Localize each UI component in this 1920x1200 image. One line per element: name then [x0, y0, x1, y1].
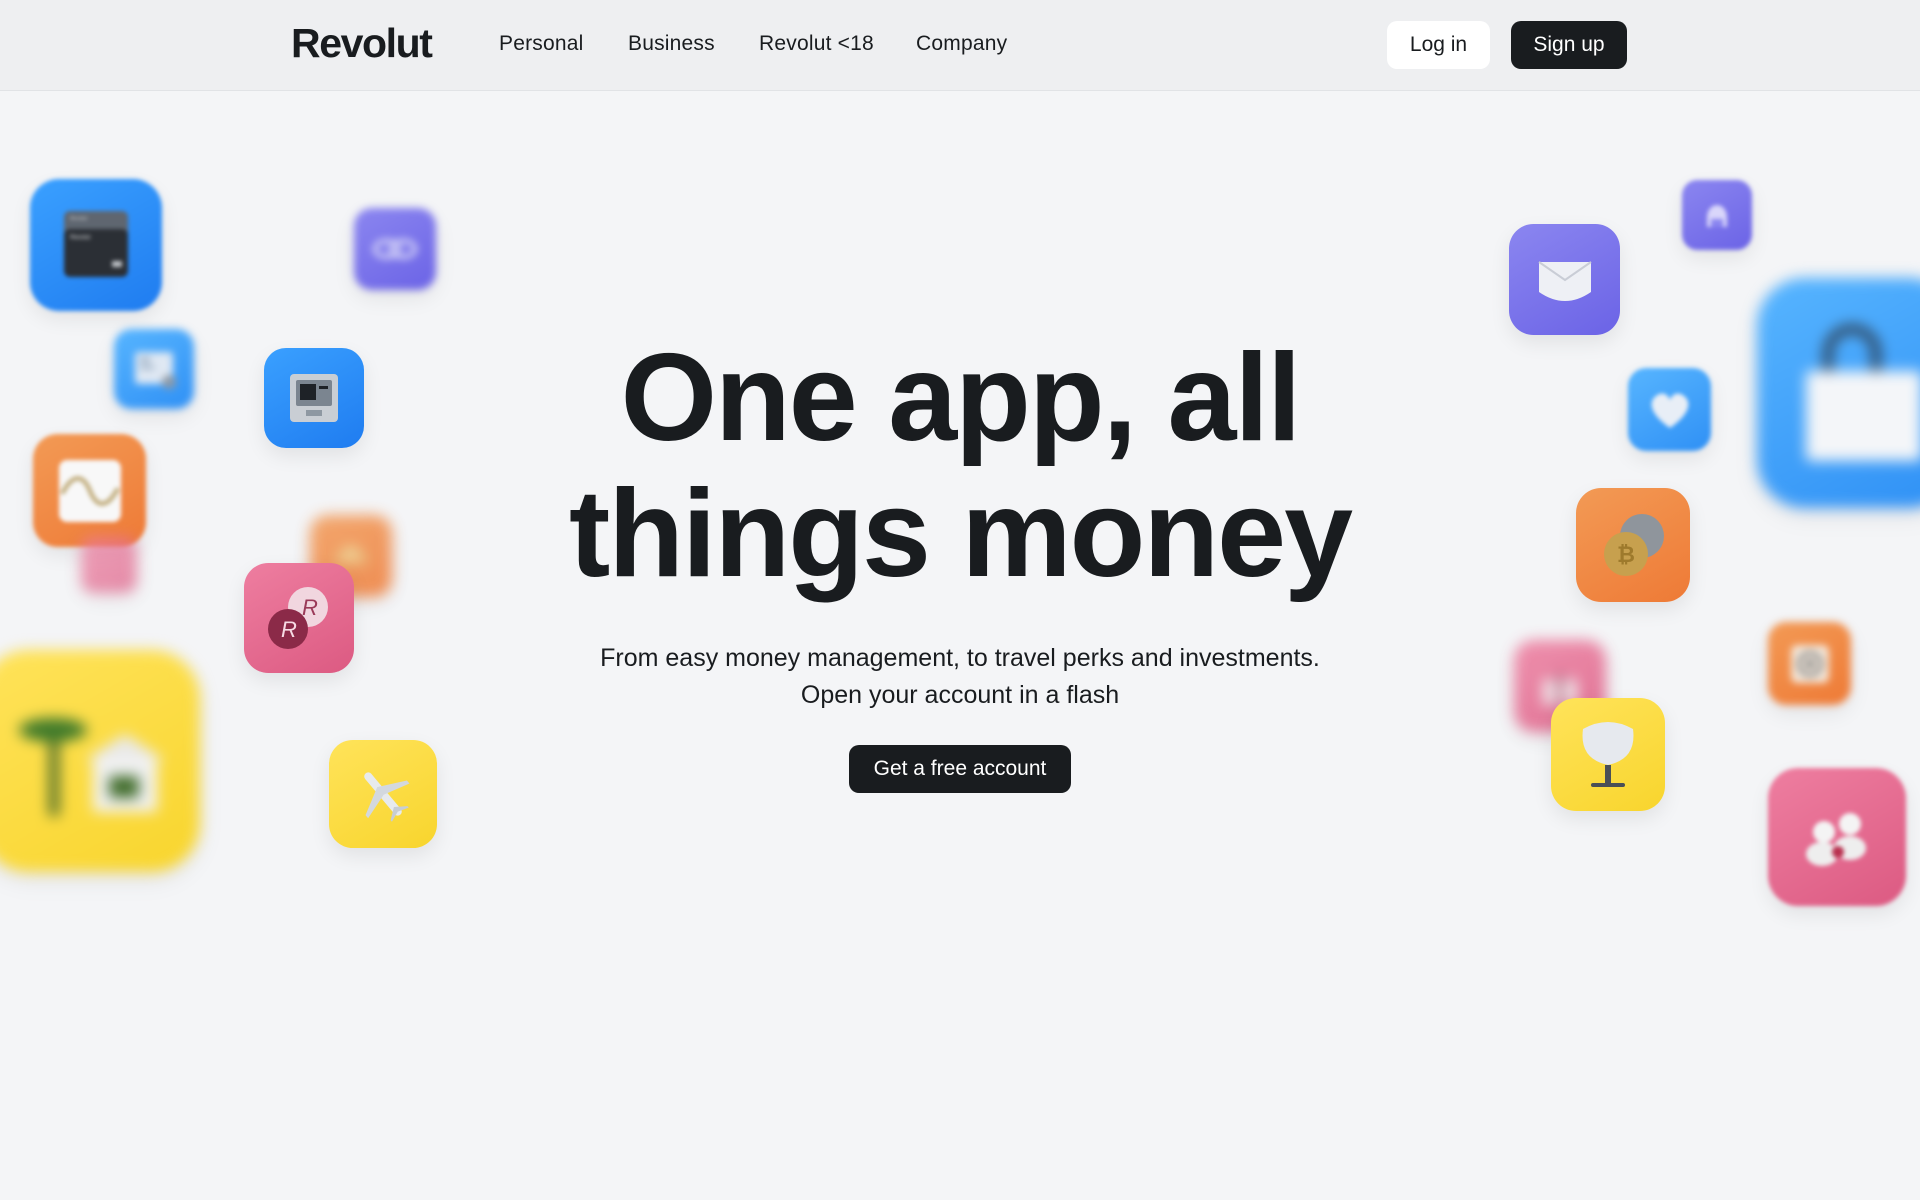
people-icon-small	[81, 537, 137, 593]
page: Revolut Personal Business Revolut <18 Co…	[0, 0, 1920, 1200]
hero-subtitle-line-2: Open your account in a flash	[800, 681, 1120, 709]
heart-icon	[1628, 368, 1711, 451]
link-icon	[354, 208, 436, 290]
nav-business[interactable]: Business	[628, 32, 715, 56]
svg-text:₿: ₿	[1617, 542, 1635, 567]
atm-icon	[264, 348, 364, 448]
lock-icon	[1682, 180, 1752, 250]
target-icon	[1768, 622, 1851, 705]
cards-icon: Revolut Revolut	[30, 179, 162, 311]
crypto-coins-icon: ₿	[1576, 488, 1690, 602]
hero-title-line-2: things money	[568, 465, 1353, 603]
shopping-bag-icon	[1757, 278, 1920, 508]
chart-wave-icon	[33, 434, 146, 547]
log-in-button[interactable]: Log in	[1387, 21, 1490, 69]
airplane-icon	[329, 740, 437, 848]
svg-text:R: R	[281, 617, 297, 642]
svg-text:R: R	[302, 595, 318, 620]
hero-title: One app, all things money	[460, 330, 1460, 602]
nav-revolut-under-18[interactable]: Revolut <18	[759, 32, 874, 56]
get-free-account-button[interactable]: Get a free account	[849, 745, 1071, 793]
vacation-home-icon	[0, 650, 200, 872]
rewards-icon: R R	[244, 563, 354, 673]
svg-text:Revolut: Revolut	[70, 216, 88, 222]
nav-company[interactable]: Company	[916, 32, 1007, 56]
nav-personal[interactable]: Personal	[499, 32, 583, 56]
chair-icon	[1551, 698, 1665, 811]
revolut-logo[interactable]: Revolut	[291, 20, 433, 67]
people-icon	[1768, 768, 1906, 906]
sign-up-button[interactable]: Sign up	[1511, 21, 1627, 69]
hero-title-line-1: One app, all	[620, 329, 1302, 467]
receipt-icon	[114, 329, 194, 409]
envelope-icon	[1509, 224, 1620, 335]
hero-subtitle-line-1: From easy money management, to travel pe…	[600, 644, 1320, 672]
top-navigation: Revolut Personal Business Revolut <18 Co…	[0, 0, 1920, 91]
svg-text:Revolut: Revolut	[70, 235, 91, 241]
hero-subtitle: From easy money management, to travel pe…	[460, 640, 1460, 714]
